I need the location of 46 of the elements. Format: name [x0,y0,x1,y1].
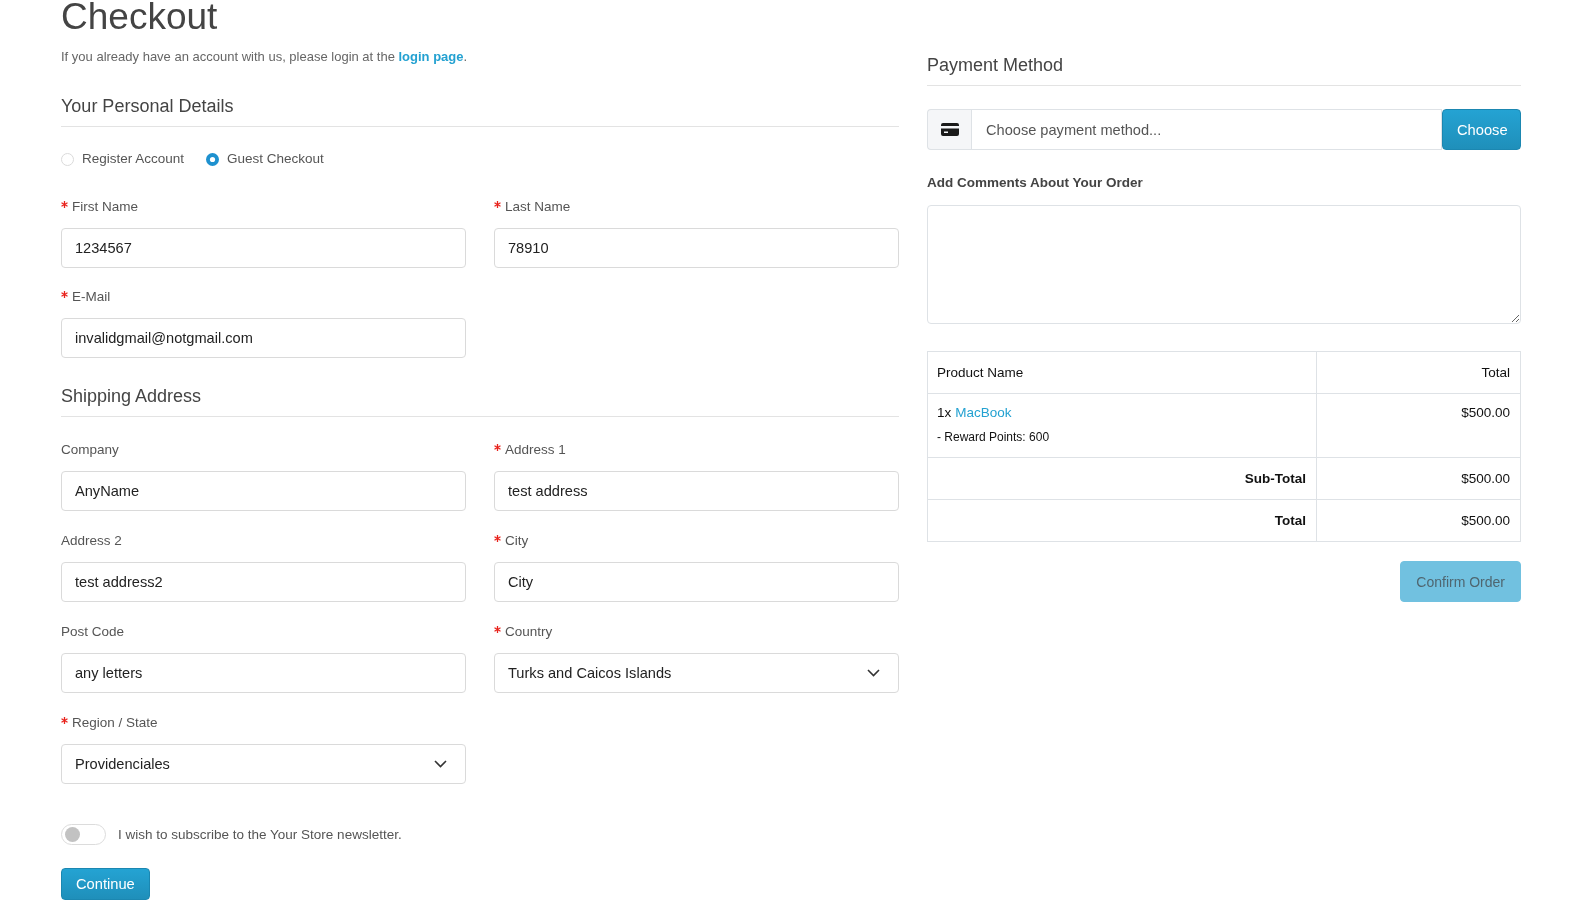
table-cell: Total [927,499,1317,542]
input-field[interactable]: City [494,562,899,602]
field-label: Country [505,623,553,639]
field-label: Last Name [505,198,571,214]
column-header: Total [1316,351,1521,394]
section-heading: Payment Method [927,53,1521,86]
chevron-down-icon [434,760,447,768]
section-heading: Shipping Address [61,384,899,417]
login-notice: If you already have an account with us, please login at the login page. [61,48,469,66]
field-label: E-Mail [72,288,111,304]
credit-card-icon [940,123,959,136]
newsletter-label: I wish to subscribe to the Your Store newsletter. [118,827,402,842]
select-field[interactable]: Providenciales [61,744,466,784]
input-field[interactable]: test address [494,471,899,511]
comments-label: Add Comments About Your Order [927,174,1144,192]
toggle-switch[interactable] [61,824,106,845]
select-field[interactable]: Turks and Caicos Islands [494,653,899,693]
radio-label[interactable]: Guest Checkout [227,149,324,169]
table-cell: $500.00 [1316,499,1521,542]
table-cell: Sub-Total [927,457,1317,500]
section-heading: Your Personal Details [61,94,899,127]
column-header: Product Name [927,351,1317,394]
radio-button[interactable] [61,152,74,166]
table-cell: $500.00 [1316,457,1521,500]
input-field[interactable]: test address2 [61,562,466,602]
field-label: Address 1 [505,441,566,457]
table-cell: $500.00 [1316,393,1521,458]
input-field[interactable]: AnyName [61,471,466,511]
field-label: Address 2 [61,532,122,548]
quantity-text: 1x [937,404,952,422]
field-label: Company [61,441,119,457]
radio-button[interactable] [206,152,220,166]
field-label: City [505,532,529,548]
input-field[interactable]: invalidgmail@notgmail.com [61,318,466,358]
field-label: Post Code [61,623,125,639]
field-label: Region / State [72,714,158,730]
payment-method-field[interactable]: Choose payment method... [971,109,1442,150]
chevron-down-icon [867,669,880,677]
radio-label[interactable]: Register Account [82,149,185,169]
input-field[interactable]: 1234567 [61,228,466,268]
input-field[interactable]: 78910 [494,228,899,268]
reward-points-text: - Reward Points: 600 [937,429,1051,446]
page-title: Checkout [61,0,219,34]
field-label: First Name [72,198,138,214]
input-field[interactable]: any letters [61,653,466,693]
comments-field[interactable] [927,205,1521,324]
